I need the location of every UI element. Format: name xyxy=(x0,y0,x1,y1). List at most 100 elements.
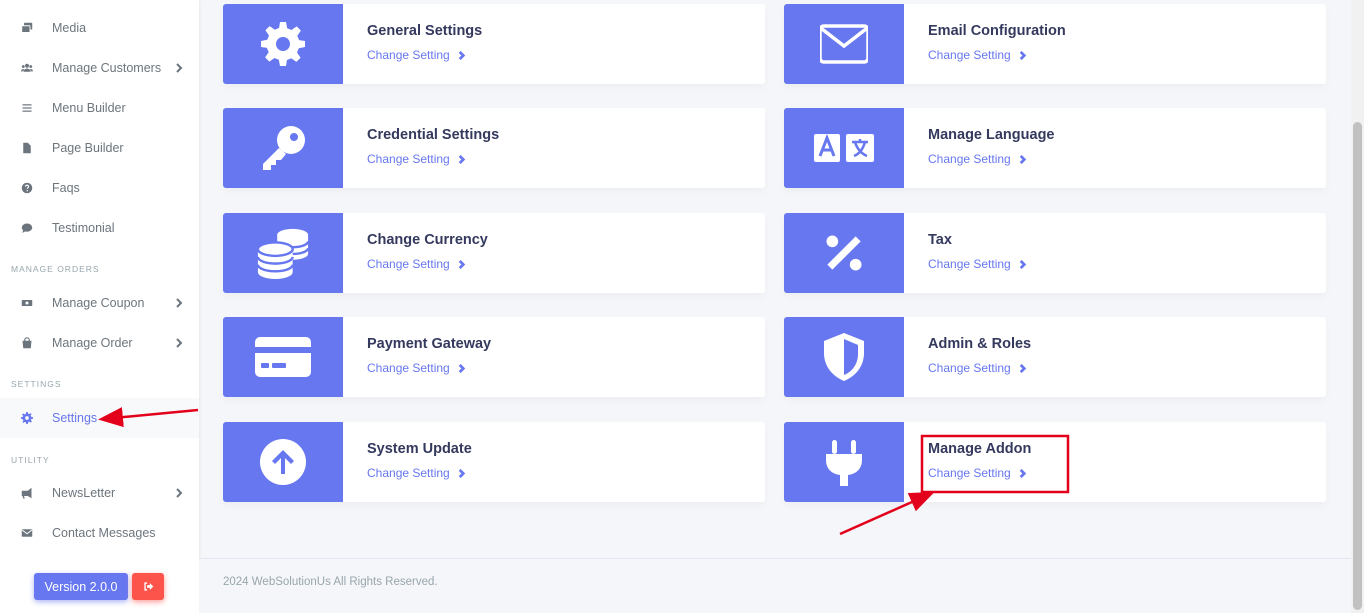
sidebar-item-label: NewsLetter xyxy=(52,486,116,500)
change-setting-link[interactable]: Change Setting xyxy=(367,152,466,166)
percent-icon xyxy=(826,235,862,271)
envelope-icon xyxy=(21,527,33,539)
sidebar-item-media[interactable]: Media xyxy=(0,8,199,48)
images-icon xyxy=(21,22,33,34)
change-setting-link[interactable]: Change Setting xyxy=(928,466,1027,480)
sidebar-item-label: Settings xyxy=(52,411,98,425)
chevron-right-icon xyxy=(173,297,185,309)
card-title: Manage Addon xyxy=(928,441,1032,457)
settings-card-email[interactable]: Email Configuration Change Setting xyxy=(784,4,1326,84)
card-title: Email Configuration xyxy=(928,23,1066,39)
plug-icon xyxy=(826,440,862,486)
change-setting-link[interactable]: Change Setting xyxy=(367,48,466,62)
chevron-right-icon xyxy=(458,363,465,373)
card-icon-box xyxy=(223,213,343,293)
sidebar-item-label: Manage Customers xyxy=(52,61,162,75)
change-setting-link[interactable]: Change Setting xyxy=(367,466,466,480)
settings-card-payment[interactable]: Payment Gateway Change Setting xyxy=(223,317,765,397)
settings-card-currency[interactable]: Change Currency Change Setting xyxy=(223,213,765,293)
sidebar-item-manage-coupon[interactable]: Manage Coupon xyxy=(0,283,199,323)
sidebar-item-label: Manage Coupon xyxy=(52,296,145,310)
change-setting-link[interactable]: Change Setting xyxy=(367,361,466,375)
settings-card-manage-addon[interactable]: Manage Addon Change Setting xyxy=(784,422,1326,502)
change-setting-link[interactable]: Change Setting xyxy=(928,48,1027,62)
card-icon-box xyxy=(784,213,904,293)
gear-icon xyxy=(261,22,305,66)
coins-icon xyxy=(256,228,310,280)
sidebar-item-testimonial[interactable]: Testimonial xyxy=(0,208,199,248)
settings-grid: General Settings Change Setting Email Co… xyxy=(199,0,1351,613)
change-setting-link[interactable]: Change Setting xyxy=(928,152,1027,166)
scrollbar-thumb[interactable] xyxy=(1353,122,1362,610)
link-label: Change Setting xyxy=(928,257,1011,271)
chevron-right-icon xyxy=(173,62,185,74)
sidebar-item-label: Page Builder xyxy=(52,141,124,155)
sidebar-item-menu-builder[interactable]: Menu Builder xyxy=(0,88,199,128)
chevron-right-icon xyxy=(173,337,185,349)
chevron-right-icon xyxy=(458,50,465,60)
change-setting-link[interactable]: Change Setting xyxy=(928,257,1027,271)
settings-card-admin-roles[interactable]: Admin & Roles Change Setting xyxy=(784,317,1326,397)
change-setting-link[interactable]: Change Setting xyxy=(367,257,466,271)
link-label: Change Setting xyxy=(928,361,1011,375)
chevron-right-icon xyxy=(173,487,185,499)
card-icon-box xyxy=(784,108,904,188)
card-title: Payment Gateway xyxy=(367,336,492,352)
card-title: Credential Settings xyxy=(367,127,500,143)
settings-card-system-update[interactable]: System Update Change Setting xyxy=(223,422,765,502)
link-label: Change Setting xyxy=(367,257,450,271)
sidebar-item-contact-messages[interactable]: Contact Messages xyxy=(0,513,199,553)
link-label: Change Setting xyxy=(928,466,1011,480)
file-icon xyxy=(21,142,33,154)
chevron-right-icon xyxy=(1019,154,1026,164)
chevron-right-icon xyxy=(458,259,465,269)
card-title: Admin & Roles xyxy=(928,336,1032,352)
page-scrollbar[interactable] xyxy=(1351,0,1364,613)
chevron-right-icon xyxy=(1019,259,1026,269)
sidebar-item-settings[interactable]: Settings xyxy=(0,398,199,438)
users-icon xyxy=(21,62,33,74)
link-label: Change Setting xyxy=(367,361,450,375)
nav-header-settings: SETTINGS xyxy=(11,379,62,389)
key-icon xyxy=(263,126,305,170)
shield-icon xyxy=(824,333,864,381)
bullhorn-icon xyxy=(21,487,33,499)
language-icon xyxy=(814,133,874,162)
card-icon-box xyxy=(223,108,343,188)
credit-card-icon xyxy=(255,337,311,377)
footer-copyright: 2024 WebSolutionUs All Rights Reserved. xyxy=(223,576,438,588)
card-title: Manage Language xyxy=(928,127,1055,143)
shopping-bag-icon xyxy=(21,337,33,349)
sidebar-item-page-builder[interactable]: Page Builder xyxy=(0,128,199,168)
sidebar-item-label: Testimonial xyxy=(52,221,115,235)
sidebar-item-label: Faqs xyxy=(52,181,80,195)
arrow-up-circle-icon xyxy=(260,439,306,485)
gear-icon xyxy=(21,412,33,424)
card-title: Change Currency xyxy=(367,232,488,248)
chevron-right-icon xyxy=(458,468,465,478)
ticket-icon xyxy=(21,297,33,309)
link-label: Change Setting xyxy=(367,466,450,480)
link-label: Change Setting xyxy=(928,152,1011,166)
sidebar-item-label: Contact Messages xyxy=(52,526,156,540)
sidebar-item-label: Media xyxy=(52,21,87,35)
sidebar-item-manage-customers[interactable]: Manage Customers xyxy=(0,48,199,88)
settings-card-credential[interactable]: Credential Settings Change Setting xyxy=(223,108,765,188)
change-setting-link[interactable]: Change Setting xyxy=(928,361,1027,375)
settings-card-language[interactable]: Manage Language Change Setting xyxy=(784,108,1326,188)
sidebar-item-manage-order[interactable]: Manage Order xyxy=(0,323,199,363)
nav-header-manage-orders: MANAGE ORDERS xyxy=(11,264,100,274)
chevron-right-icon xyxy=(1019,468,1026,478)
chevron-right-icon xyxy=(1019,363,1026,373)
sidebar: Media Manage Customers Menu Builder Page… xyxy=(0,0,199,613)
settings-card-tax[interactable]: Tax Change Setting xyxy=(784,213,1326,293)
sidebar-item-newsletter[interactable]: NewsLetter xyxy=(0,473,199,513)
logout-button[interactable] xyxy=(132,573,164,600)
sidebar-item-faqs[interactable]: Faqs xyxy=(0,168,199,208)
settings-card-general[interactable]: General Settings Change Setting xyxy=(223,4,765,84)
version-button[interactable]: Version 2.0.0 xyxy=(34,573,128,600)
chevron-right-icon xyxy=(458,154,465,164)
nav-header-utility: UTILITY xyxy=(11,455,50,465)
card-icon-box xyxy=(223,422,343,502)
link-label: Change Setting xyxy=(367,48,450,62)
